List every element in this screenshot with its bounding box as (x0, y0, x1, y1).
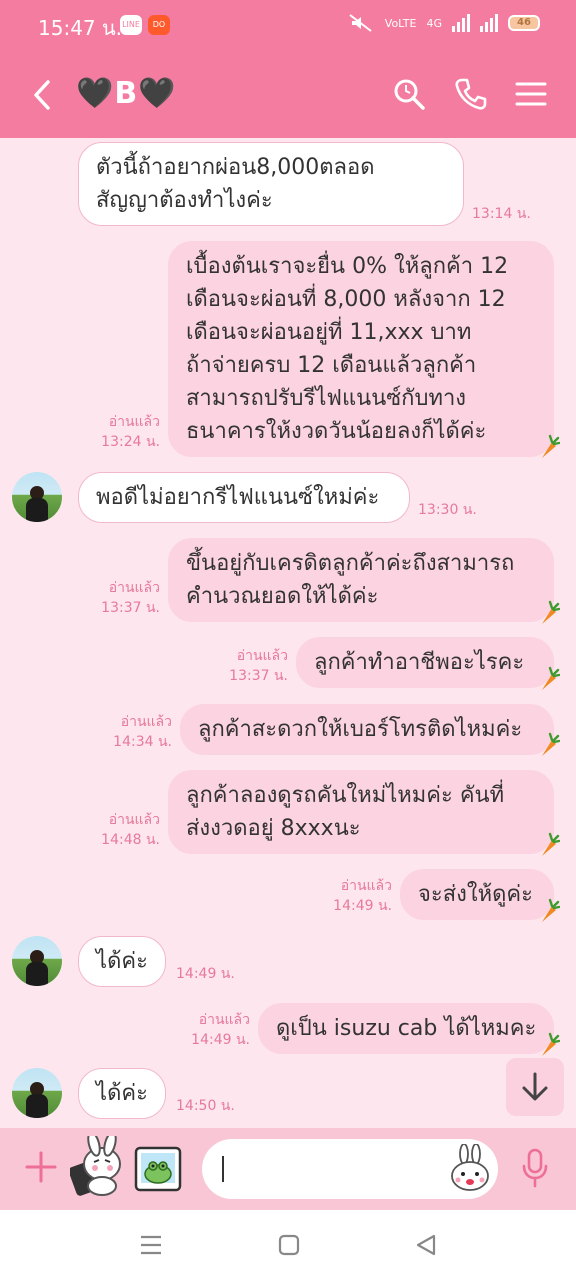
avatar[interactable] (12, 472, 62, 522)
message-text: ลูกค้าสะดวกให้เบอร์โทรติดไหมค่ะ (198, 717, 523, 742)
message-bubble-sent[interactable]: เบื้องต้นเราจะยื่น 0% ให้ลูกค้า 12 เดือน… (168, 241, 554, 457)
back-nav-icon[interactable] (414, 1232, 440, 1258)
read-receipt: อ่านแล้ว 14:49 น. (186, 1010, 250, 1050)
message-text: พอดีไม่อยากรีไฟแนนซ์ใหม่ค่ะ (96, 485, 380, 510)
message-text: ส่งงวดอยู่ 8xxxนะ (186, 816, 361, 841)
message-text: ลูกค้าทำอาชีพอะไรคะ (314, 650, 525, 675)
text-caret (222, 1156, 224, 1182)
message-bubble-sent[interactable]: ลูกค้าสะดวกให้เบอร์โทรติดไหมค่ะ (180, 704, 554, 755)
search-icon[interactable] (392, 77, 426, 111)
message-text: ขึ้นอยู่กับเครดิตลูกค้าค่ะถึงสามารถ (186, 551, 515, 576)
message-text: ตัวนี้ถ้าอยากผ่อน8,000ตลอด (96, 155, 375, 180)
plus-icon[interactable] (24, 1150, 58, 1184)
read-label: อ่านแล้ว (236, 648, 288, 664)
arrow-down-icon (522, 1072, 548, 1101)
message-bubble-sent[interactable]: ลูกค้าลองดูรถคันใหม่ไหมค่ะ คันที่ ส่งงวด… (168, 770, 554, 854)
avatar[interactable] (12, 936, 62, 986)
mic-icon[interactable] (520, 1148, 550, 1188)
message-time: 14:50 น. (176, 1098, 235, 1114)
message-time: 14:48 น. (101, 832, 160, 848)
read-label: อ่านแล้ว (108, 812, 160, 828)
carrot-icon (542, 732, 560, 756)
message-text: ถ้าจ่ายครบ 12 เดือนแล้วลูกค้า (186, 353, 477, 378)
avatar[interactable] (12, 1068, 62, 1118)
message-text: ได้ค่ะ (96, 949, 148, 974)
message-text: เบื้องต้นเราจะยื่น 0% ให้ลูกค้า 12 (186, 254, 509, 279)
home-icon[interactable] (276, 1232, 302, 1258)
read-label: อ่านแล้ว (120, 714, 172, 730)
carrot-icon (542, 832, 560, 856)
message-text: คำนวณยอดให้ได้ค่ะ (186, 584, 379, 609)
app-notification-icon: DO (148, 15, 170, 35)
read-receipt: อ่านแล้ว 14:49 น. (328, 876, 392, 916)
message-time: 14:49 น. (333, 898, 392, 914)
read-label: อ่านแล้ว (108, 580, 160, 596)
read-receipt: อ่านแล้ว 14:34 น. (108, 712, 172, 752)
message-bubble-sent[interactable]: ขึ้นอยู่กับเครดิตลูกค้าค่ะถึงสามารถ คำนว… (168, 538, 554, 622)
status-indicators: VoLTE 4G 46 (349, 14, 540, 32)
message-time: 14:49 น. (176, 966, 235, 982)
read-receipt: อ่านแล้ว 14:48 น. (96, 810, 160, 850)
message-bubble-sent[interactable]: จะส่งให้ดูค่ะ (400, 869, 554, 920)
sticker-icon[interactable] (70, 1136, 124, 1196)
carrot-icon (542, 898, 560, 922)
battery-icon: 46 (508, 15, 540, 31)
emoji-icon[interactable] (448, 1144, 492, 1192)
network-type-label: 4G (426, 16, 442, 30)
status-bar: 15:47 น. LINE DO VoLTE 4G 46 (0, 0, 576, 52)
signal-icon (452, 14, 470, 32)
message-time: 13:37 น. (101, 600, 160, 616)
message-text: ดูเป็น isuzu cab ได้ไหมคะ (276, 1016, 537, 1041)
read-receipt: อ่านแล้ว 13:37 น. (224, 646, 288, 686)
chat-header: 🖤B🖤 (0, 52, 576, 138)
message-bubble-received[interactable]: ได้ค่ะ (78, 1068, 166, 1119)
chat-title[interactable]: 🖤B🖤 (76, 76, 177, 111)
message-bubble-received[interactable]: ตัวนี้ถ้าอยากผ่อน8,000ตลอด สัญญาต้องทำไง… (78, 142, 464, 226)
message-text: เดือนจะผ่อนอยู่ที่ 11,xxx บาท (186, 320, 472, 345)
message-text: สัญญาต้องทำไงค่ะ (96, 188, 273, 213)
gallery-icon[interactable] (132, 1144, 184, 1194)
chevron-left-icon[interactable] (28, 78, 58, 112)
line-notification-icon: LINE (120, 15, 142, 35)
message-time: 14:49 น. (191, 1032, 250, 1048)
message-bubble-received[interactable]: ได้ค่ะ (78, 936, 166, 987)
system-nav-bar (0, 1210, 576, 1280)
message-time: 13:37 น. (229, 668, 288, 684)
carrot-icon (542, 434, 560, 458)
status-time: 15:47 น. (38, 16, 123, 40)
input-bar (0, 1128, 576, 1210)
message-text: ธนาคารให้งวดวันน้อยลงก็ได้ค่ะ (186, 419, 487, 444)
scroll-to-bottom-button[interactable] (506, 1058, 564, 1116)
carrot-icon (542, 666, 560, 690)
message-text: จะส่งให้ดูค่ะ (418, 882, 533, 907)
phone-icon[interactable] (454, 77, 488, 111)
mute-icon (349, 14, 372, 32)
volte-label: VoLTE (384, 16, 417, 30)
message-text: สามารถปรับรีไฟแนนซ์กับทาง (186, 386, 467, 411)
recent-apps-icon[interactable] (138, 1232, 164, 1258)
signal-icon-2 (480, 14, 498, 32)
message-time: 14:34 น. (113, 734, 172, 750)
message-bubble-sent[interactable]: ลูกค้าทำอาชีพอะไรคะ (296, 637, 554, 688)
carrot-icon (542, 600, 560, 624)
menu-icon[interactable] (514, 77, 548, 111)
message-time: 13:14 น. (472, 206, 531, 222)
read-receipt: อ่านแล้ว 13:24 น. (96, 412, 160, 452)
message-text: ได้ค่ะ (96, 1081, 148, 1106)
message-bubble-sent[interactable]: ดูเป็น isuzu cab ได้ไหมคะ (258, 1003, 554, 1054)
carrot-icon (542, 1032, 560, 1056)
message-time: 13:24 น. (101, 434, 160, 450)
message-bubble-received[interactable]: พอดีไม่อยากรีไฟแนนซ์ใหม่ค่ะ (78, 472, 410, 523)
read-label: อ่านแล้ว (340, 878, 392, 894)
read-receipt: อ่านแล้ว 13:37 น. (96, 578, 160, 618)
message-time: 13:30 น. (418, 502, 477, 518)
read-label: อ่านแล้ว (108, 414, 160, 430)
message-text: เดือนจะผ่อนที่ 8,000 หลังจาก 12 (186, 287, 506, 312)
message-text: ลูกค้าลองดูรถคันใหม่ไหมค่ะ คันที่ (186, 783, 505, 808)
read-label: อ่านแล้ว (198, 1012, 250, 1028)
